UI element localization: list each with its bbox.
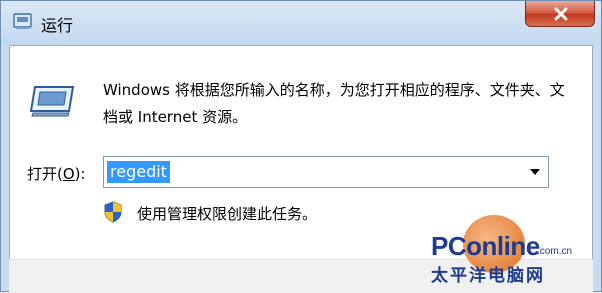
window-title: 运行 (41, 16, 74, 35)
title-bar[interactable]: 运行 (1, 1, 601, 45)
watermark-domain: .com.cn (537, 246, 573, 257)
chevron-down-icon (530, 169, 540, 175)
open-label: 打开(O): (27, 163, 86, 184)
admin-task-note: 使用管理权限创建此任务。 (137, 205, 318, 223)
open-combobox[interactable]: regedit (103, 156, 549, 188)
open-label-prefix: 打开( (27, 165, 63, 183)
close-button[interactable] (525, 1, 595, 27)
run-icon (13, 12, 33, 30)
open-label-accelerator: O (62, 165, 75, 183)
run-dialog-window: 运行 Windows 将根据您所输入的名称，为您打开相应的程序、文件夹、文档或 … (0, 0, 602, 293)
dropdown-button[interactable] (524, 159, 546, 185)
watermark-subtitle: 太平洋电脑网 (431, 266, 545, 286)
dialog-description: Windows 将根据您所输入的名称，为您打开相应的程序、文件夹、文档或 Int… (103, 81, 565, 126)
open-input[interactable]: regedit (107, 161, 170, 183)
uac-shield-icon (103, 201, 123, 223)
close-icon (554, 7, 568, 21)
watermark-brand: PConline (431, 231, 540, 261)
watermark-logo: PConline .com.cn 太平洋电脑网 (401, 215, 601, 291)
open-label-suffix: ): (74, 165, 86, 183)
run-program-icon (29, 81, 77, 121)
